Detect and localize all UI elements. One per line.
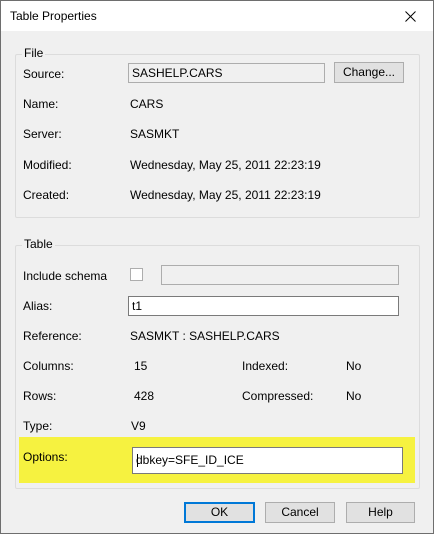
- columns-value: 15: [134, 359, 148, 373]
- compressed-value: No: [346, 389, 362, 403]
- table-properties-dialog: Table Properties File Source: SASHELP.CA…: [0, 0, 434, 534]
- alias-label: Alias:: [23, 299, 53, 313]
- created-value: Wednesday, May 25, 2011 22:23:19: [130, 188, 321, 202]
- created-label: Created:: [23, 188, 70, 202]
- modified-label: Modified:: [23, 158, 72, 172]
- include-schema-checkbox[interactable]: [130, 268, 143, 281]
- close-icon: [404, 10, 416, 22]
- indexed-label: Indexed:: [242, 359, 289, 373]
- name-label: Name:: [23, 97, 59, 111]
- help-button[interactable]: Help: [346, 502, 415, 523]
- source-field[interactable]: SASHELP.CARS: [128, 63, 325, 83]
- alias-input[interactable]: t1: [128, 296, 399, 316]
- reference-label: Reference:: [23, 329, 82, 343]
- change-button[interactable]: Change...: [334, 62, 404, 83]
- title-bar: Table Properties: [1, 1, 433, 31]
- type-label: Type:: [23, 419, 53, 433]
- options-label: Options:: [23, 450, 68, 464]
- columns-label: Columns:: [23, 359, 74, 373]
- rows-value: 428: [134, 389, 155, 403]
- server-value: SASMKT: [130, 127, 180, 141]
- cancel-button[interactable]: Cancel: [265, 502, 335, 523]
- close-button[interactable]: [387, 1, 433, 31]
- reference-value: SASMKT : SASHELP.CARS: [130, 329, 280, 343]
- window-title: Table Properties: [10, 9, 97, 23]
- schema-field[interactable]: [161, 265, 399, 285]
- modified-value: Wednesday, May 25, 2011 22:23:19: [130, 158, 321, 172]
- ok-button[interactable]: OK: [184, 502, 255, 523]
- include-schema-label: Include schema: [23, 269, 108, 283]
- server-label: Server:: [23, 127, 62, 141]
- type-value: V9: [131, 419, 146, 433]
- indexed-value: No: [346, 359, 362, 373]
- file-group-label: File: [22, 46, 46, 60]
- name-value: CARS: [130, 97, 164, 111]
- source-label: Source:: [23, 67, 65, 81]
- rows-label: Rows:: [23, 389, 57, 403]
- compressed-label: Compressed:: [242, 389, 314, 403]
- text-cursor: [137, 454, 138, 467]
- options-value: dbkey=SFE_ID_ICE: [136, 453, 244, 467]
- table-group-label: Table: [22, 237, 55, 251]
- options-input[interactable]: dbkey=SFE_ID_ICE: [132, 447, 403, 474]
